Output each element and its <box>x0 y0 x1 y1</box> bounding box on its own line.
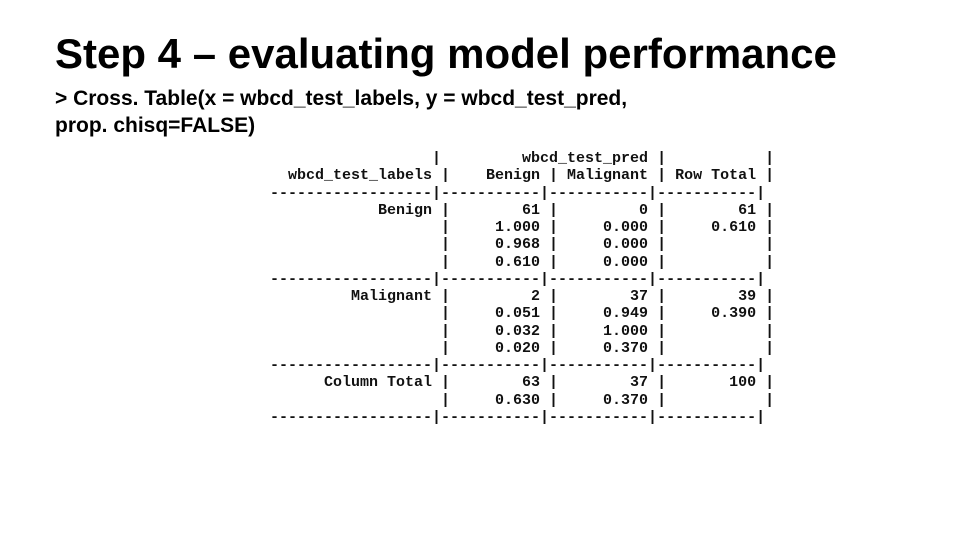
crosstable-output: | wbcd_test_pred | | wbcd_test_labels | … <box>270 150 774 426</box>
code-line-2: prop. chisq=FALSE) <box>55 113 905 138</box>
slide: Step 4 – evaluating model performance > … <box>0 0 960 540</box>
code-line-1: > Cross. Table(x = wbcd_test_labels, y =… <box>55 86 905 111</box>
slide-title: Step 4 – evaluating model performance <box>55 30 905 78</box>
